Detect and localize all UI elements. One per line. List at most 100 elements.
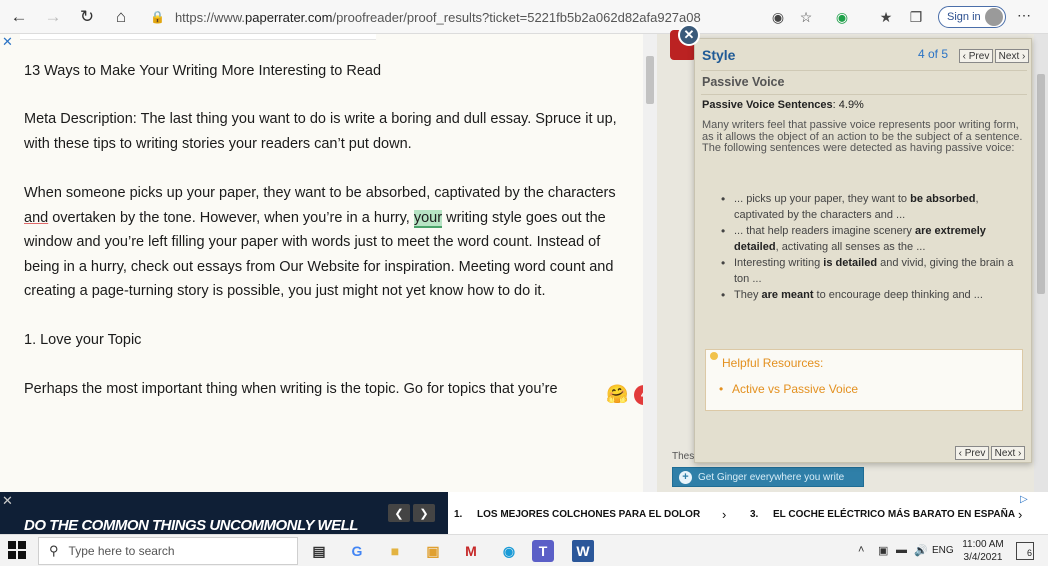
chevron-right-icon[interactable]: › bbox=[1018, 507, 1022, 522]
task-view-icon[interactable]: ▤ bbox=[308, 540, 330, 562]
ad-banner: ✕ DO THE COMMON THINGS UNCOMMONLY WELL ❮… bbox=[0, 492, 1048, 534]
taskbar-search-input[interactable]: ⚲ Type here to search bbox=[38, 537, 298, 565]
page-scrollbar[interactable] bbox=[1034, 34, 1048, 492]
word-icon[interactable]: W bbox=[572, 540, 594, 562]
list-item: They are meant to encourage deep thinkin… bbox=[721, 287, 1021, 303]
highlighted-word[interactable]: your bbox=[413, 209, 443, 228]
chrome-icon[interactable]: G bbox=[346, 540, 368, 562]
file-explorer-icon[interactable]: ■ bbox=[384, 540, 406, 562]
passive-sentence-list: ... picks up your paper, they want to be… bbox=[721, 191, 1021, 303]
scrollbar-thumb[interactable] bbox=[1037, 74, 1045, 294]
issue-counter: 4 of 5 bbox=[918, 47, 949, 61]
edge-icon[interactable]: ◉ bbox=[498, 540, 520, 562]
address-bar[interactable]: 🔒 https://www. paperrater.com/proofreader… bbox=[150, 4, 870, 30]
ad-next-button[interactable]: ❯ bbox=[413, 504, 435, 522]
network-icon[interactable]: ▣ bbox=[878, 544, 888, 557]
paragraph-1: When someone picks up your paper, they w… bbox=[24, 181, 624, 304]
volume-icon[interactable]: 🔊 bbox=[914, 544, 928, 557]
tracking-prevention-icon[interactable]: ◉ bbox=[768, 7, 788, 27]
heading-love-your-topic: 1. Love your Topic bbox=[24, 332, 142, 348]
ad-item-1[interactable]: LOS MEJORES COLCHONES PARA EL DOLOR bbox=[477, 509, 700, 520]
url-prefix: https://www. bbox=[174, 9, 246, 25]
search-icon: ⚲ bbox=[49, 543, 59, 558]
refresh-button[interactable]: ↻ bbox=[72, 2, 102, 32]
ad-info-icon[interactable]: ▷ bbox=[1020, 494, 1028, 505]
hugging-face-icon[interactable]: 🤗 bbox=[606, 384, 628, 405]
list-item: ... that help readers imagine scenery ar… bbox=[721, 223, 1021, 255]
style-popup: Style 4 of 5 ‹ Prev Next › Passive Voice… bbox=[694, 38, 1032, 463]
helpful-resources-box: Helpful Resources: Active vs Passive Voi… bbox=[705, 349, 1023, 411]
ad-item-3[interactable]: EL COCHE ELÉCTRICO MÁS BARATO EN ESPAÑA bbox=[773, 509, 1015, 520]
paragraph-1-text-a: When someone picks up your paper, they w… bbox=[24, 185, 616, 201]
passive-voice-value: : 4.9% bbox=[832, 99, 864, 111]
document-scrollbar[interactable] bbox=[643, 34, 657, 492]
meta-description: Meta Description: The last thing you wan… bbox=[24, 111, 617, 152]
close-icon[interactable]: ✕ bbox=[2, 493, 13, 509]
back-button[interactable]: ← bbox=[4, 2, 34, 32]
ginger-banner-text: Get Ginger everywhere you write bbox=[698, 471, 845, 483]
document-tab-strip bbox=[20, 34, 376, 40]
ad-prev-button[interactable]: ❮ bbox=[388, 504, 410, 522]
grammarly-extension-icon[interactable]: ◉ bbox=[832, 7, 852, 27]
ginger-banner[interactable]: + Get Ginger everywhere you write bbox=[672, 467, 864, 487]
favorites-icon[interactable]: ★ bbox=[876, 7, 896, 27]
ad-slogan-panel[interactable]: ✕ DO THE COMMON THINGS UNCOMMONLY WELL ❮… bbox=[0, 492, 448, 534]
thesaurus-label: Thes bbox=[672, 451, 695, 462]
passive-voice-stat: Passive Voice Sentences: 4.9% bbox=[702, 99, 864, 111]
popup-title: Style bbox=[702, 47, 736, 63]
scrollbar-thumb[interactable] bbox=[646, 56, 654, 104]
divider bbox=[701, 70, 1027, 71]
list-item: Interesting writing is detailed and vivi… bbox=[721, 255, 1021, 287]
flagged-word[interactable]: and bbox=[24, 210, 48, 226]
home-button[interactable]: ⌂ bbox=[106, 2, 136, 32]
paragraph-2: Perhaps the most important thing when wr… bbox=[24, 381, 558, 397]
url-path: /proofreader/proof_results?ticket=5221fb… bbox=[332, 9, 701, 25]
ad-slogan: DO THE COMMON THINGS UNCOMMONLY WELL bbox=[24, 517, 358, 534]
section-title: Passive Voice bbox=[702, 75, 785, 89]
teams-icon[interactable]: T bbox=[532, 540, 554, 562]
divider bbox=[701, 94, 1027, 95]
forward-button[interactable]: → bbox=[38, 2, 68, 32]
notification-center-icon[interactable]: 6 bbox=[1016, 542, 1034, 560]
active-vs-passive-link[interactable]: Active vs Passive Voice bbox=[719, 382, 858, 396]
windows-start-icon[interactable] bbox=[8, 541, 28, 561]
resources-title: Helpful Resources: bbox=[722, 356, 824, 370]
lightbulb-icon bbox=[710, 352, 718, 360]
chevron-up-icon[interactable]: ˄ bbox=[858, 544, 864, 556]
next-button-bottom[interactable]: Next › bbox=[991, 446, 1025, 460]
sign-in-button[interactable]: Sign in bbox=[938, 6, 1006, 28]
plus-icon: + bbox=[679, 470, 692, 484]
clock[interactable]: 11:00 AM 3/4/2021 bbox=[960, 538, 1006, 564]
prev-button-bottom[interactable]: ‹ Prev bbox=[955, 446, 989, 460]
url-domain: paperrater.com bbox=[245, 9, 333, 25]
collections-icon[interactable]: ❐ bbox=[906, 7, 926, 27]
document-area: ✕ 13 Ways to Make Your Writing More Inte… bbox=[0, 34, 656, 492]
clock-time: 11:00 AM bbox=[962, 539, 1004, 550]
close-icon[interactable]: ✕ bbox=[2, 34, 13, 50]
avatar bbox=[985, 8, 1003, 26]
paragraph-1-text-b: overtaken by the tone. However, when you… bbox=[48, 209, 414, 226]
language-indicator[interactable]: ENG bbox=[932, 545, 954, 556]
passive-voice-label: Passive Voice Sentences bbox=[702, 99, 833, 111]
battery-icon[interactable]: ▬ bbox=[896, 544, 907, 556]
more-icon[interactable]: ⋯ bbox=[1017, 7, 1031, 24]
prev-button-top[interactable]: ‹ Prev bbox=[959, 49, 993, 63]
next-button-top[interactable]: Next › bbox=[995, 49, 1029, 63]
mcafee-icon[interactable]: M bbox=[460, 540, 482, 562]
ad-item-3-number: 3. bbox=[750, 509, 759, 520]
store-icon[interactable]: ▣ bbox=[422, 540, 444, 562]
sign-in-label: Sign in bbox=[947, 11, 981, 23]
lock-icon: 🔒 bbox=[150, 10, 165, 24]
browser-toolbar: ← → ↻ ⌂ 🔒 https://www. paperrater.com/pro… bbox=[0, 0, 1048, 34]
clock-date: 3/4/2021 bbox=[963, 552, 1003, 563]
passive-voice-description: Many writers feel that passive voice rep… bbox=[702, 119, 1023, 154]
taskbar: ⚲ Type here to search ▤ G ■ ▣ M ◉ T W ˄ … bbox=[0, 534, 1048, 566]
list-item: ... picks up your paper, they want to be… bbox=[721, 191, 1021, 223]
search-placeholder: Type here to search bbox=[68, 544, 175, 558]
add-favorite-icon[interactable]: ☆ bbox=[796, 7, 816, 27]
page-content: ✕ 13 Ways to Make Your Writing More Inte… bbox=[0, 24, 1048, 492]
ad-item-1-number: 1. bbox=[454, 509, 463, 520]
document-title: 13 Ways to Make Your Writing More Intere… bbox=[24, 63, 382, 79]
close-popup-button[interactable]: ✕ bbox=[678, 24, 700, 46]
chevron-right-icon[interactable]: › bbox=[722, 507, 726, 522]
